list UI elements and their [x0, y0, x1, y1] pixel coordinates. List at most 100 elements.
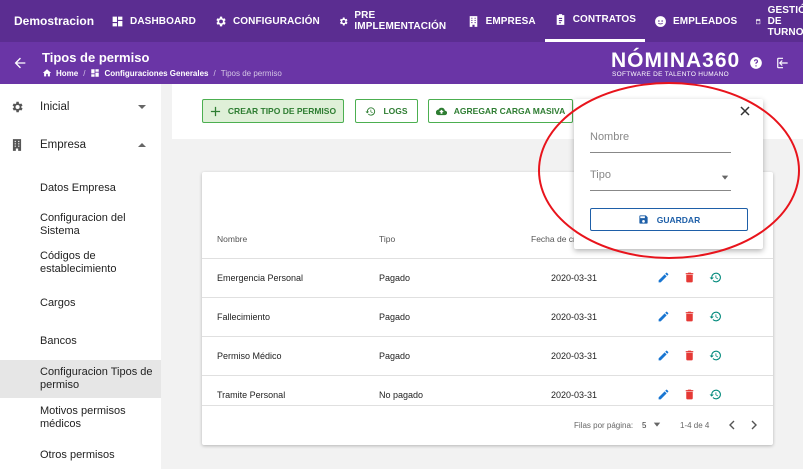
nav-gestion-turnos[interactable]: GESTIÓN DE TURNOS	[746, 0, 803, 42]
nav-pre-implementacion-label: PRE IMPLEMENTACIÓN	[354, 10, 447, 32]
cloud-upload-icon	[435, 107, 447, 115]
breadcrumb-separator: /	[213, 68, 216, 78]
sidebar-item-cargos[interactable]: Cargos	[0, 290, 161, 316]
tipo-placeholder: Tipo	[590, 169, 611, 181]
nav-contratos[interactable]: CONTRATOS	[544, 0, 646, 42]
cell-fecha: 2020-03-31	[551, 273, 598, 283]
chevron-right-icon[interactable]	[750, 420, 758, 430]
nav-gestion-turnos-label: GESTIÓN DE TURNOS	[767, 4, 803, 38]
dashboard-icon	[112, 16, 123, 26]
sidebar: Inicial Empresa Datos Empresa Configurac…	[0, 84, 161, 469]
caret-down-icon	[653, 422, 660, 427]
delete-icon[interactable]	[683, 310, 696, 323]
nav-configuracion-label: CONFIGURACIÓN	[232, 15, 320, 27]
delete-icon[interactable]	[683, 349, 696, 362]
cell-tipo: Pagado	[379, 351, 411, 361]
nav-configuracion[interactable]: CONFIGURACIÓN	[205, 0, 329, 42]
cell-nombre: Fallecimiento	[217, 312, 271, 322]
history-icon[interactable]	[709, 349, 722, 362]
breadcrumb: Home / Configuraciones Generales / Tipos…	[42, 68, 282, 78]
building-icon	[469, 15, 477, 27]
gear-icon	[216, 16, 226, 26]
delete-icon[interactable]	[683, 271, 696, 284]
plus-icon	[210, 106, 221, 116]
history-icon[interactable]	[709, 310, 722, 323]
sidebar-item-motivos-permisos[interactable]: Motivos permisos médicos	[0, 402, 161, 434]
nav-empleados-label: EMPLEADOS	[673, 15, 738, 27]
cell-fecha: 2020-03-31	[551, 351, 598, 361]
save-icon	[639, 215, 648, 224]
history-icon[interactable]	[709, 271, 722, 284]
nombre-input[interactable]: Nombre	[590, 131, 731, 153]
sidebar-item-configuracion-sistema[interactable]: Configuracion del Sistema	[0, 210, 161, 240]
nav-contratos-label: CONTRATOS	[572, 14, 637, 25]
page-title: Tipos de permiso	[42, 50, 150, 65]
calendar-icon	[756, 18, 761, 24]
caret-down-icon	[138, 105, 146, 109]
table-pagination: Filas por página: 5 1-4 de 4	[202, 405, 773, 445]
logs-button-label: LOGS	[383, 106, 408, 116]
nombre-placeholder: Nombre	[590, 131, 630, 143]
sidebar-item-codigos-establecimiento[interactable]: Códigos de establecimiento	[0, 248, 161, 278]
breadcrumb-configuraciones[interactable]: Configuraciones Generales	[104, 69, 208, 78]
pagination-range: 1-4 de 4	[680, 421, 710, 430]
nomina360-logo: NÓMINA360	[611, 49, 741, 72]
sidebar-section-inicial[interactable]: Inicial	[0, 88, 161, 126]
help-icon[interactable]	[749, 56, 763, 70]
sidebar-section-empresa[interactable]: Empresa	[0, 126, 161, 164]
nav-empresa[interactable]: EMPRESA	[458, 0, 545, 42]
cell-fecha: 2020-03-31	[551, 390, 598, 400]
cell-tipo: Pagado	[379, 312, 411, 322]
sidebar-item-datos-empresa[interactable]: Datos Empresa	[0, 174, 161, 202]
sidebar-item-bancos[interactable]: Bancos	[0, 328, 161, 354]
edit-icon[interactable]	[657, 310, 670, 323]
cell-tipo: Pagado	[379, 273, 411, 283]
breadcrumb-separator: /	[83, 68, 86, 78]
nav-pre-implementacion[interactable]: PRE IMPLEMENTACIÓN	[329, 0, 458, 42]
rows-per-page-value: 5	[642, 421, 647, 430]
create-permission-form: Nombre Tipo GUARDAR	[574, 99, 763, 249]
create-permission-type-button[interactable]: CREAR TIPO DE PERMISO	[202, 99, 344, 123]
rows-per-page-select[interactable]: 5	[642, 421, 661, 430]
create-button-label: CREAR TIPO DE PERMISO	[227, 106, 337, 116]
gear-icon	[339, 17, 348, 25]
cell-tipo: No pagado	[379, 390, 424, 400]
logout-icon[interactable]	[776, 56, 790, 70]
table-row: Emergencia Personal Pagado 2020-03-31	[202, 258, 773, 297]
cell-fecha: 2020-03-31	[551, 312, 598, 322]
cell-nombre: Emergencia Personal	[217, 273, 304, 283]
gear-icon	[12, 101, 23, 113]
clipboard-icon	[556, 14, 565, 25]
rows-per-page-label: Filas por página:	[574, 421, 634, 430]
tipo-select[interactable]: Tipo	[590, 169, 731, 191]
top-navigation: Demostracion DASHBOARD CONFIGURACIÓN PRE…	[0, 0, 803, 42]
save-button-label: GUARDAR	[656, 214, 701, 225]
logs-button[interactable]: LOGS	[355, 99, 418, 123]
history-icon	[365, 106, 376, 116]
column-header-nombre[interactable]: Nombre	[217, 234, 247, 244]
sidebar-item-otros-permisos[interactable]: Otros permisos	[0, 443, 161, 467]
save-button[interactable]: GUARDAR	[590, 208, 748, 231]
chevron-left-icon[interactable]	[728, 420, 736, 430]
edit-icon[interactable]	[657, 388, 670, 401]
caret-down-icon	[721, 175, 729, 180]
bulk-upload-label: AGREGAR CARGA MASIVA	[453, 106, 566, 116]
close-icon[interactable]	[740, 106, 750, 116]
breadcrumb-home[interactable]: Home	[56, 69, 78, 78]
back-arrow-icon[interactable]	[12, 55, 28, 71]
edit-icon[interactable]	[657, 271, 670, 284]
company-brand[interactable]: Demostracion	[0, 0, 102, 42]
page-header: Tipos de permiso Home / Configuraciones …	[0, 42, 803, 84]
nav-empleados[interactable]: EMPLEADOS	[645, 0, 746, 42]
column-header-tipo[interactable]: Tipo	[379, 234, 395, 244]
face-icon	[655, 15, 666, 27]
delete-icon[interactable]	[683, 388, 696, 401]
edit-icon[interactable]	[657, 349, 670, 362]
table-row: Permiso Médico Pagado 2020-03-31	[202, 336, 773, 375]
cell-nombre: Permiso Médico	[217, 351, 282, 361]
sidebar-item-tipos-permiso[interactable]: Configuracion Tipos de permiso	[0, 360, 161, 398]
history-icon[interactable]	[709, 388, 722, 401]
bulk-upload-button[interactable]: AGREGAR CARGA MASIVA	[428, 99, 573, 123]
nav-dashboard[interactable]: DASHBOARD	[102, 0, 205, 42]
sidebar-section-label: Empresa	[40, 139, 87, 151]
